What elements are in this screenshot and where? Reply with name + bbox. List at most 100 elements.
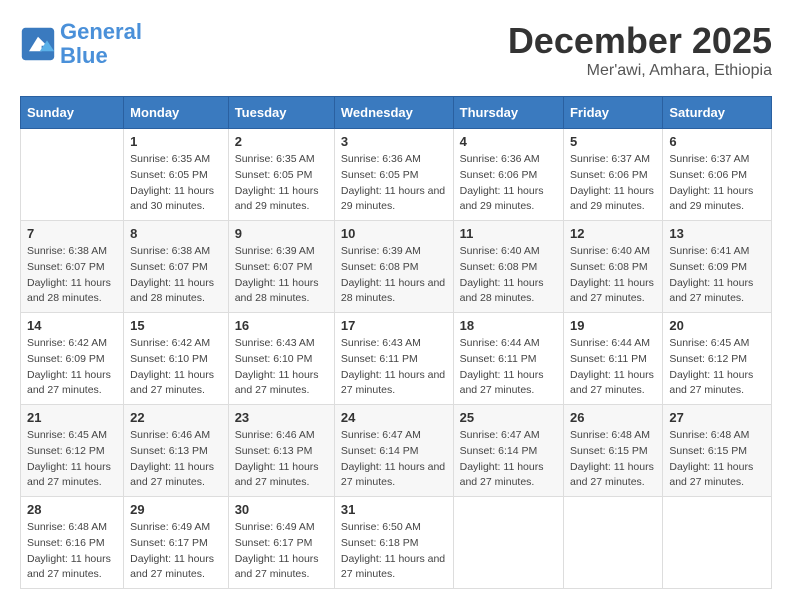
calendar-cell [563, 497, 662, 589]
calendar-cell [663, 497, 772, 589]
day-info: Sunrise: 6:43 AMSunset: 6:10 PMDaylight:… [235, 336, 328, 399]
calendar-cell: 3 Sunrise: 6:36 AMSunset: 6:05 PMDayligh… [334, 129, 453, 221]
calendar-table: Sunday Monday Tuesday Wednesday Thursday… [20, 96, 772, 589]
day-info: Sunrise: 6:36 AMSunset: 6:06 PMDaylight:… [460, 152, 557, 215]
calendar-cell: 28 Sunrise: 6:48 AMSunset: 6:16 PMDaylig… [21, 497, 124, 589]
day-info: Sunrise: 6:45 AMSunset: 6:12 PMDaylight:… [27, 428, 117, 491]
month-title: December 2025 [508, 20, 772, 62]
calendar-cell: 31 Sunrise: 6:50 AMSunset: 6:18 PMDaylig… [334, 497, 453, 589]
day-number: 25 [460, 410, 557, 425]
page-header: General Blue December 2025 Mer'awi, Amha… [20, 20, 772, 80]
logo: General Blue [20, 20, 142, 68]
day-info: Sunrise: 6:46 AMSunset: 6:13 PMDaylight:… [235, 428, 328, 491]
day-info: Sunrise: 6:35 AMSunset: 6:05 PMDaylight:… [235, 152, 328, 215]
day-number: 7 [27, 226, 117, 241]
day-number: 18 [460, 318, 557, 333]
calendar-cell: 15 Sunrise: 6:42 AMSunset: 6:10 PMDaylig… [124, 313, 229, 405]
day-info: Sunrise: 6:49 AMSunset: 6:17 PMDaylight:… [235, 520, 328, 583]
calendar-cell: 9 Sunrise: 6:39 AMSunset: 6:07 PMDayligh… [228, 221, 334, 313]
day-number: 12 [570, 226, 656, 241]
day-number: 27 [669, 410, 765, 425]
day-number: 11 [460, 226, 557, 241]
calendar-week-0: 1 Sunrise: 6:35 AMSunset: 6:05 PMDayligh… [21, 129, 772, 221]
day-info: Sunrise: 6:36 AMSunset: 6:05 PMDaylight:… [341, 152, 447, 215]
day-info: Sunrise: 6:47 AMSunset: 6:14 PMDaylight:… [460, 428, 557, 491]
calendar-week-3: 21 Sunrise: 6:45 AMSunset: 6:12 PMDaylig… [21, 405, 772, 497]
logo-line2: Blue [60, 43, 108, 68]
calendar-cell: 14 Sunrise: 6:42 AMSunset: 6:09 PMDaylig… [21, 313, 124, 405]
calendar-cell: 16 Sunrise: 6:43 AMSunset: 6:10 PMDaylig… [228, 313, 334, 405]
day-info: Sunrise: 6:44 AMSunset: 6:11 PMDaylight:… [460, 336, 557, 399]
day-info: Sunrise: 6:50 AMSunset: 6:18 PMDaylight:… [341, 520, 447, 583]
day-number: 26 [570, 410, 656, 425]
header-tuesday: Tuesday [228, 97, 334, 129]
day-info: Sunrise: 6:40 AMSunset: 6:08 PMDaylight:… [570, 244, 656, 307]
day-info: Sunrise: 6:42 AMSunset: 6:09 PMDaylight:… [27, 336, 117, 399]
day-info: Sunrise: 6:49 AMSunset: 6:17 PMDaylight:… [130, 520, 222, 583]
day-number: 23 [235, 410, 328, 425]
calendar-cell [453, 497, 563, 589]
day-info: Sunrise: 6:48 AMSunset: 6:15 PMDaylight:… [669, 428, 765, 491]
day-number: 6 [669, 134, 765, 149]
day-number: 5 [570, 134, 656, 149]
day-info: Sunrise: 6:38 AMSunset: 6:07 PMDaylight:… [130, 244, 222, 307]
day-number: 4 [460, 134, 557, 149]
day-number: 10 [341, 226, 447, 241]
logo-line1: General [60, 19, 142, 44]
day-number: 3 [341, 134, 447, 149]
calendar-cell: 18 Sunrise: 6:44 AMSunset: 6:11 PMDaylig… [453, 313, 563, 405]
day-number: 14 [27, 318, 117, 333]
calendar-cell: 12 Sunrise: 6:40 AMSunset: 6:08 PMDaylig… [563, 221, 662, 313]
calendar-cell: 29 Sunrise: 6:49 AMSunset: 6:17 PMDaylig… [124, 497, 229, 589]
calendar-cell: 6 Sunrise: 6:37 AMSunset: 6:06 PMDayligh… [663, 129, 772, 221]
day-info: Sunrise: 6:40 AMSunset: 6:08 PMDaylight:… [460, 244, 557, 307]
day-number: 30 [235, 502, 328, 517]
day-number: 29 [130, 502, 222, 517]
day-info: Sunrise: 6:43 AMSunset: 6:11 PMDaylight:… [341, 336, 447, 399]
day-info: Sunrise: 6:47 AMSunset: 6:14 PMDaylight:… [341, 428, 447, 491]
calendar-week-2: 14 Sunrise: 6:42 AMSunset: 6:09 PMDaylig… [21, 313, 772, 405]
day-number: 17 [341, 318, 447, 333]
day-number: 2 [235, 134, 328, 149]
calendar-cell: 5 Sunrise: 6:37 AMSunset: 6:06 PMDayligh… [563, 129, 662, 221]
logo-text: General Blue [60, 20, 142, 68]
calendar-cell: 17 Sunrise: 6:43 AMSunset: 6:11 PMDaylig… [334, 313, 453, 405]
calendar-cell: 22 Sunrise: 6:46 AMSunset: 6:13 PMDaylig… [124, 405, 229, 497]
calendar-cell: 20 Sunrise: 6:45 AMSunset: 6:12 PMDaylig… [663, 313, 772, 405]
day-info: Sunrise: 6:48 AMSunset: 6:15 PMDaylight:… [570, 428, 656, 491]
calendar-cell: 1 Sunrise: 6:35 AMSunset: 6:05 PMDayligh… [124, 129, 229, 221]
day-number: 28 [27, 502, 117, 517]
header-sunday: Sunday [21, 97, 124, 129]
day-info: Sunrise: 6:38 AMSunset: 6:07 PMDaylight:… [27, 244, 117, 307]
calendar-cell: 27 Sunrise: 6:48 AMSunset: 6:15 PMDaylig… [663, 405, 772, 497]
day-number: 13 [669, 226, 765, 241]
header-thursday: Thursday [453, 97, 563, 129]
calendar-cell: 19 Sunrise: 6:44 AMSunset: 6:11 PMDaylig… [563, 313, 662, 405]
day-info: Sunrise: 6:39 AMSunset: 6:08 PMDaylight:… [341, 244, 447, 307]
day-info: Sunrise: 6:37 AMSunset: 6:06 PMDaylight:… [570, 152, 656, 215]
calendar-week-1: 7 Sunrise: 6:38 AMSunset: 6:07 PMDayligh… [21, 221, 772, 313]
day-number: 24 [341, 410, 447, 425]
calendar-cell: 7 Sunrise: 6:38 AMSunset: 6:07 PMDayligh… [21, 221, 124, 313]
calendar-cell: 4 Sunrise: 6:36 AMSunset: 6:06 PMDayligh… [453, 129, 563, 221]
calendar-cell: 25 Sunrise: 6:47 AMSunset: 6:14 PMDaylig… [453, 405, 563, 497]
header-monday: Monday [124, 97, 229, 129]
calendar-cell: 21 Sunrise: 6:45 AMSunset: 6:12 PMDaylig… [21, 405, 124, 497]
day-info: Sunrise: 6:48 AMSunset: 6:16 PMDaylight:… [27, 520, 117, 583]
title-block: December 2025 Mer'awi, Amhara, Ethiopia [508, 20, 772, 80]
day-info: Sunrise: 6:37 AMSunset: 6:06 PMDaylight:… [669, 152, 765, 215]
day-number: 22 [130, 410, 222, 425]
day-info: Sunrise: 6:44 AMSunset: 6:11 PMDaylight:… [570, 336, 656, 399]
header-wednesday: Wednesday [334, 97, 453, 129]
day-info: Sunrise: 6:46 AMSunset: 6:13 PMDaylight:… [130, 428, 222, 491]
calendar-cell: 23 Sunrise: 6:46 AMSunset: 6:13 PMDaylig… [228, 405, 334, 497]
calendar-cell: 26 Sunrise: 6:48 AMSunset: 6:15 PMDaylig… [563, 405, 662, 497]
header-row: Sunday Monday Tuesday Wednesday Thursday… [21, 97, 772, 129]
day-number: 16 [235, 318, 328, 333]
day-number: 1 [130, 134, 222, 149]
header-saturday: Saturday [663, 97, 772, 129]
day-info: Sunrise: 6:42 AMSunset: 6:10 PMDaylight:… [130, 336, 222, 399]
day-number: 9 [235, 226, 328, 241]
day-number: 15 [130, 318, 222, 333]
day-info: Sunrise: 6:35 AMSunset: 6:05 PMDaylight:… [130, 152, 222, 215]
